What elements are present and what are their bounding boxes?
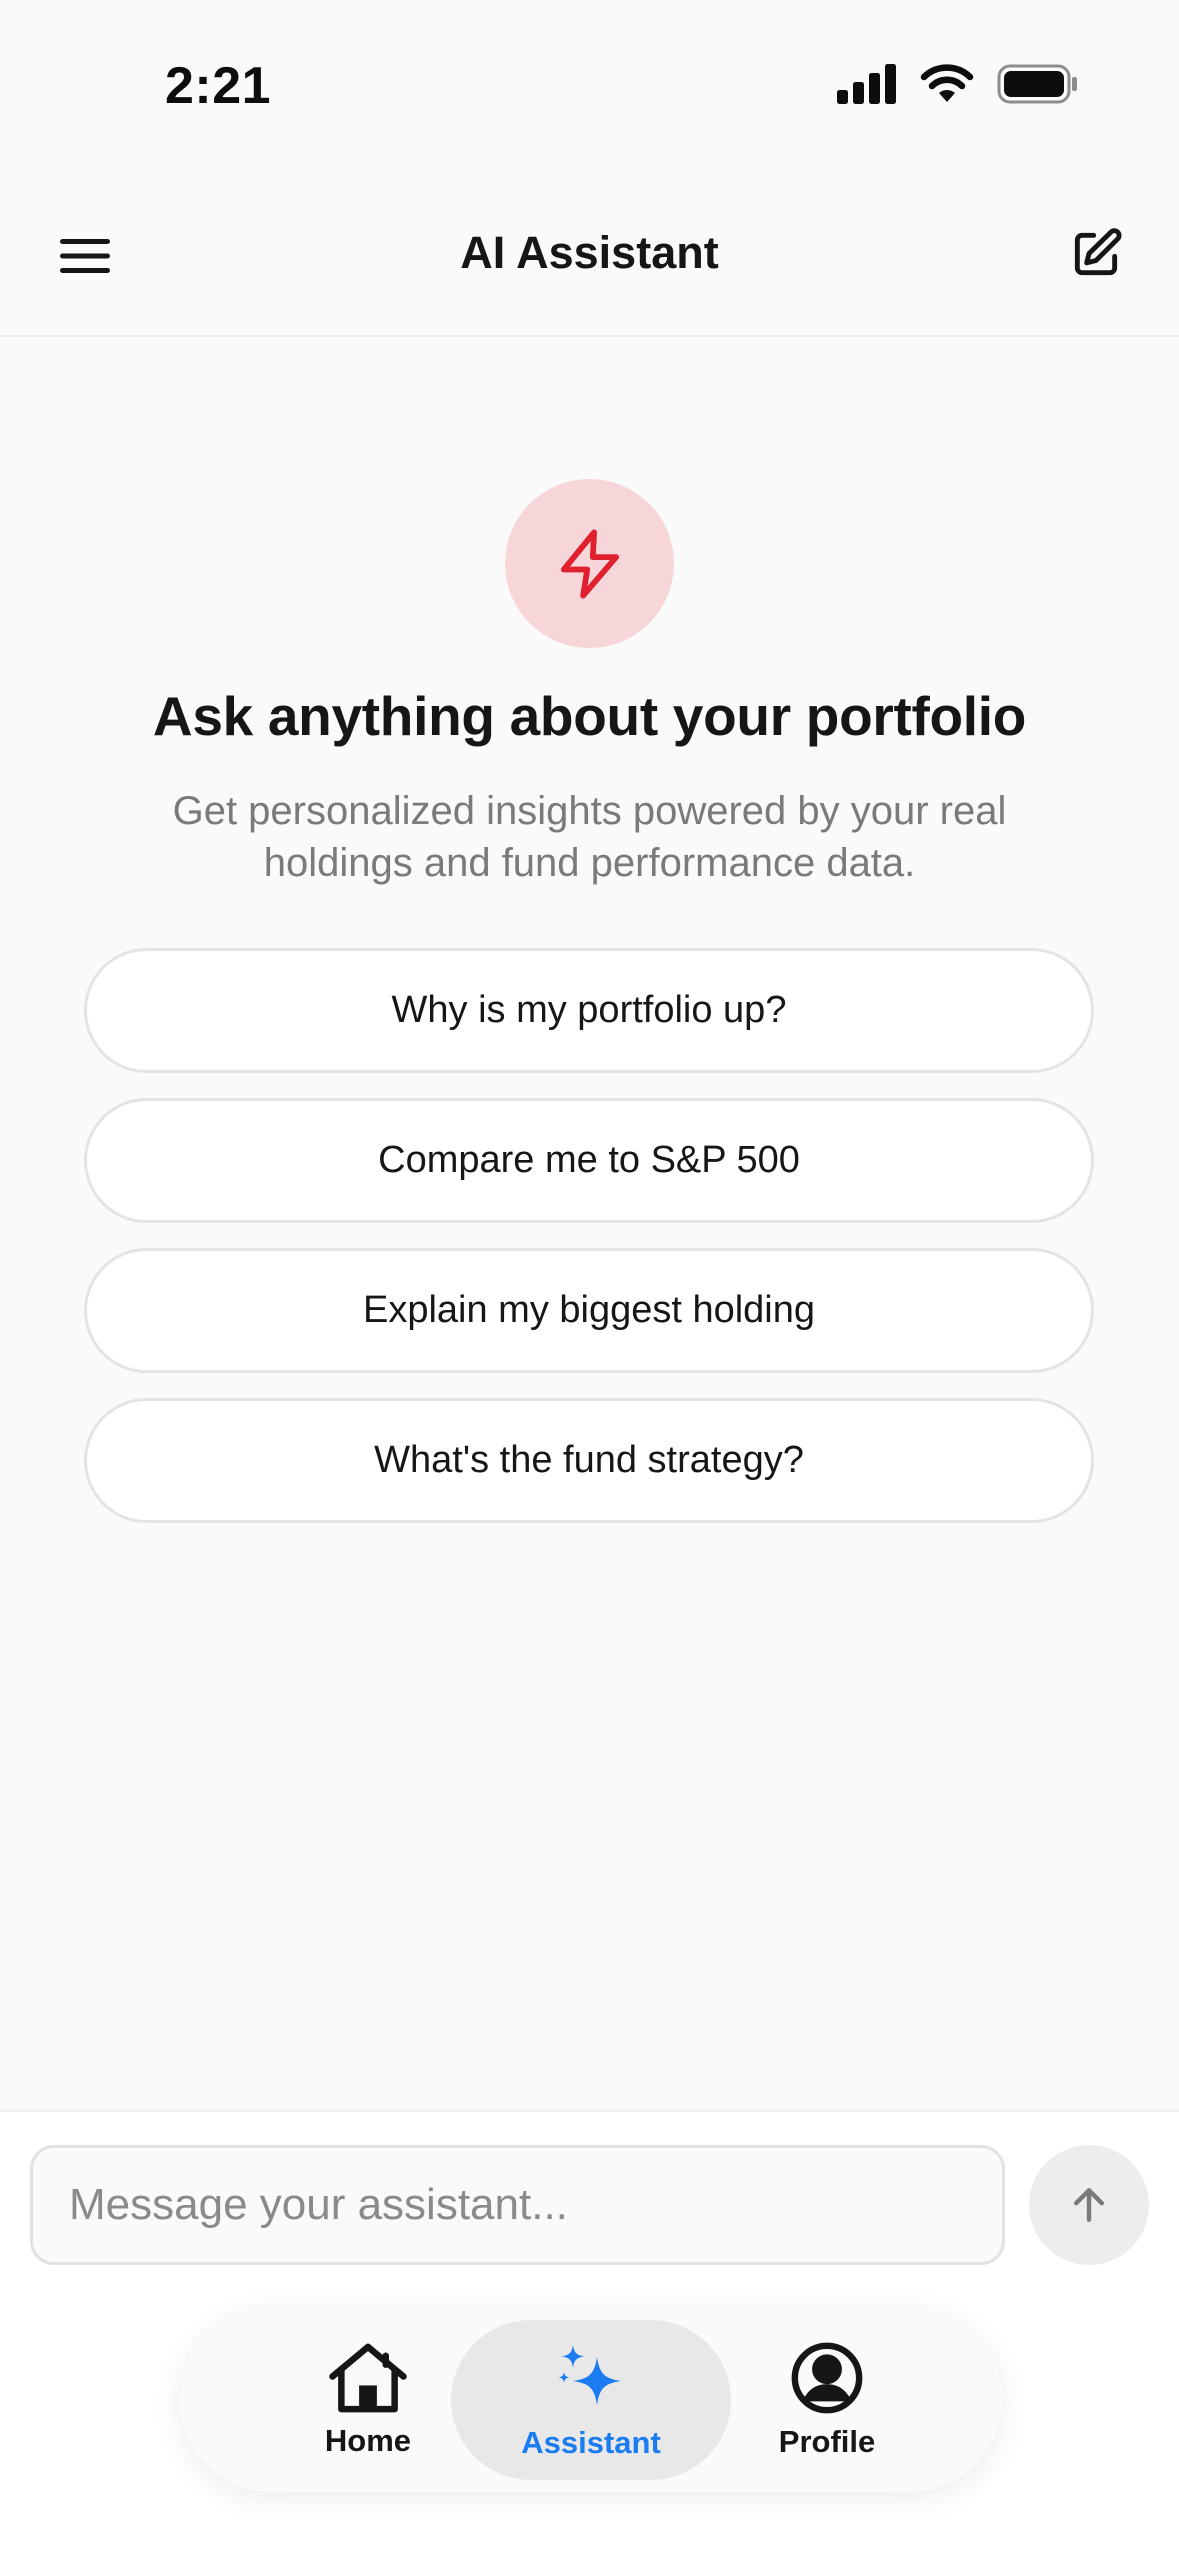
status-icons — [837, 64, 1079, 109]
send-button[interactable] — [1029, 2145, 1149, 2265]
message-input[interactable] — [30, 2145, 1005, 2265]
wifi-icon — [919, 64, 975, 109]
suggestion-chip[interactable]: Explain my biggest holding — [84, 1248, 1094, 1373]
status-bar: 2:21 — [0, 0, 1179, 175]
person-circle-icon — [791, 2342, 863, 2414]
suggestion-chip[interactable]: What's the fund strategy? — [84, 1398, 1094, 1523]
tab-label: Assistant — [521, 2425, 661, 2460]
arrow-up-icon — [1073, 2188, 1105, 2222]
compose-icon — [1074, 228, 1122, 276]
suggestion-chip[interactable]: Why is my portfolio up? — [84, 948, 1094, 1073]
assistant-screen: 2:21 AI Assistant Ask anything about you… — [0, 0, 1179, 2556]
cellular-signal-icon — [837, 64, 897, 109]
lightning-bolt-icon — [560, 528, 619, 599]
tab-label: Profile — [778, 2424, 876, 2459]
status-time: 2:21 — [165, 57, 272, 115]
hero-title: Ask anything about your portfolio — [152, 685, 1027, 747]
suggestion-chip[interactable]: Compare me to S&P 500 — [84, 1098, 1094, 1223]
sparkles-icon — [558, 2345, 621, 2405]
new-chat-button[interactable] — [1063, 221, 1129, 287]
suggestion-list: Why is my portfolio up? Compare me to S&… — [84, 948, 1094, 1548]
hero-subtitle: Get personalized insights powered by you… — [172, 789, 1007, 885]
tab-profile[interactable]: Profile — [687, 2320, 967, 2480]
hero-badge — [505, 479, 674, 648]
page-title: AI Assistant — [460, 227, 719, 278]
tab-label: Home — [324, 2423, 412, 2458]
tab-bar: Home Assistant Profile — [180, 2308, 1002, 2492]
battery-icon — [997, 64, 1079, 109]
house-icon — [329, 2343, 407, 2413]
app-header: AI Assistant — [0, 175, 1179, 337]
